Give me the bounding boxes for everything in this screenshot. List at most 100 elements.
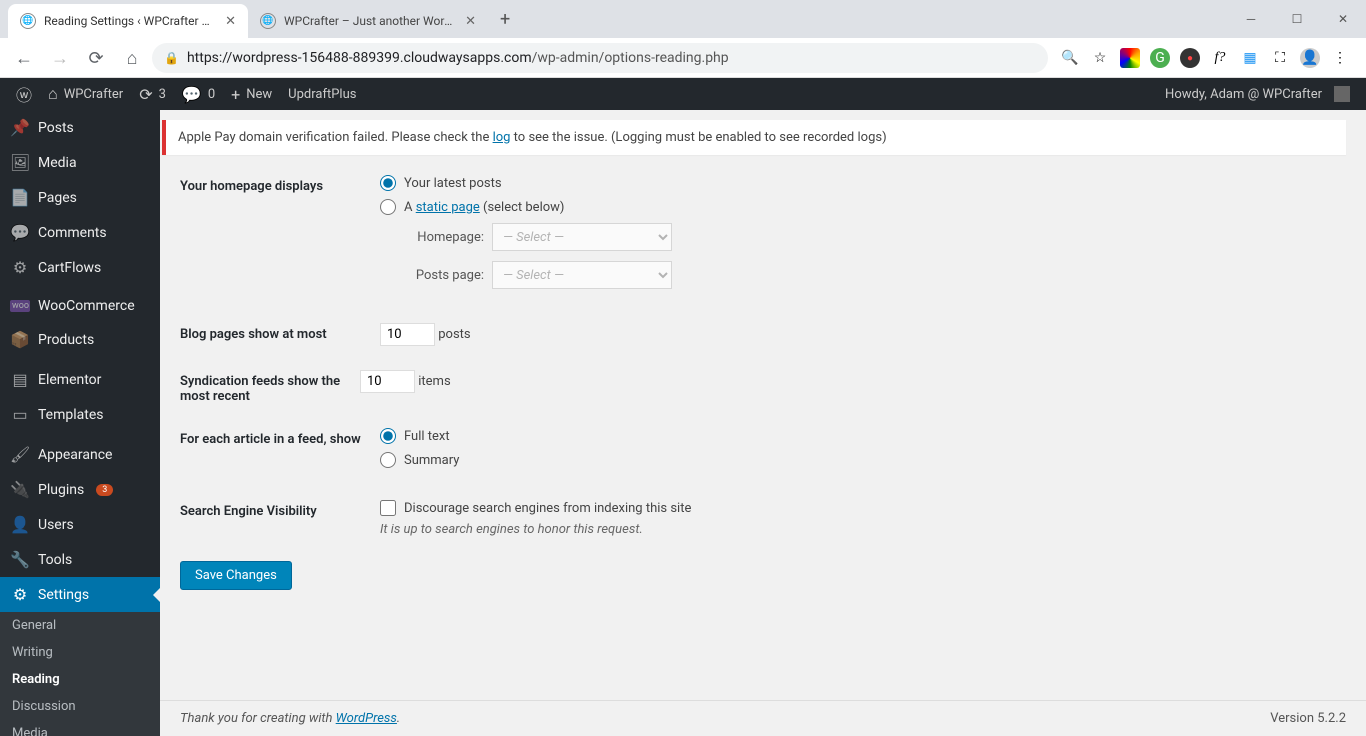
browser-tab-active[interactable]: 🌐 Reading Settings ‹ WPCrafter — … ✕	[8, 4, 248, 38]
submenu-reading[interactable]: Reading	[0, 666, 160, 693]
forward-button[interactable]: →	[44, 42, 76, 74]
close-icon[interactable]: ✕	[225, 14, 236, 29]
extension-icon[interactable]	[1120, 48, 1140, 68]
sidebar-item-comments[interactable]: 💬 Comments	[0, 215, 160, 250]
submenu-media[interactable]: Media	[0, 720, 160, 736]
extension-icon[interactable]: ▦	[1240, 48, 1260, 68]
page-icon: 📄	[10, 188, 30, 207]
radio-latest-posts[interactable]	[380, 175, 396, 191]
site-name-link[interactable]: ⌂WPCrafter	[40, 78, 131, 110]
menu-icon[interactable]: ⋮	[1330, 48, 1350, 68]
sidebar-item-elementor[interactable]: ▤Elementor	[0, 362, 160, 397]
comments-link[interactable]: 💬0	[174, 78, 223, 110]
submenu-writing[interactable]: Writing	[0, 639, 160, 666]
radio-label: Your latest posts	[404, 176, 502, 191]
radio-full-text[interactable]	[380, 428, 396, 444]
radio-static-page[interactable]	[380, 199, 396, 215]
zoom-icon[interactable]: 🔍	[1060, 48, 1080, 68]
radio-label: A static page (select below)	[404, 200, 564, 215]
radio-label: Summary	[404, 453, 459, 468]
updraftplus-link[interactable]: UpdraftPlus	[280, 78, 364, 110]
wp-logo[interactable]: ⓦ	[8, 78, 40, 110]
sidebar-label: Templates	[38, 407, 104, 423]
submenu-discussion[interactable]: Discussion	[0, 693, 160, 720]
woo-icon: woo	[10, 300, 30, 312]
account-link[interactable]: Howdy, Adam @ WPCrafter	[1157, 78, 1358, 110]
sidebar-item-cartflows[interactable]: ⚙CartFlows	[0, 250, 160, 285]
notice-log-link[interactable]: log	[493, 130, 511, 145]
tab-title: WPCrafter – Just another WordP…	[284, 14, 457, 28]
lock-icon: 🔒	[164, 51, 179, 65]
static-page-link[interactable]: static page	[416, 200, 480, 215]
address-bar[interactable]: 🔒 https://wordpress-156488-889399.cloudw…	[152, 43, 1048, 73]
elementor-icon: ▤	[10, 370, 30, 389]
home-icon: ⌂	[48, 84, 58, 104]
sidebar-item-woocommerce[interactable]: woo WooCommerce	[0, 290, 160, 322]
extension-icon[interactable]: f?	[1210, 48, 1230, 68]
new-content-link[interactable]: + New	[223, 78, 280, 110]
sidebar-label: CartFlows	[38, 260, 101, 276]
wordpress-link[interactable]: WordPress	[336, 711, 397, 726]
sidebar-label: Media	[38, 155, 77, 171]
blog-pages-input[interactable]	[380, 323, 435, 346]
checkbox-label: Discourage search engines from indexing …	[404, 501, 691, 516]
feeds-input[interactable]	[360, 370, 415, 393]
browser-tab-inactive[interactable]: 🌐 WPCrafter – Just another WordP… ✕	[248, 4, 488, 38]
reload-button[interactable]: ⟳	[80, 42, 112, 74]
star-icon[interactable]: ☆	[1090, 48, 1110, 68]
posts-page-select[interactable]: — Select —	[492, 261, 672, 289]
new-tab-button[interactable]: +	[488, 9, 522, 30]
profile-icon[interactable]: 👤	[1300, 48, 1320, 68]
sidebar-label: Settings	[38, 587, 89, 603]
submenu-general[interactable]: General	[0, 612, 160, 639]
homepage-select-label: Homepage:	[404, 230, 484, 245]
unit-label: posts	[438, 327, 470, 342]
globe-icon: 🌐	[20, 13, 36, 29]
extension-icon[interactable]: G	[1150, 48, 1170, 68]
tab-title: Reading Settings ‹ WPCrafter — …	[44, 14, 217, 28]
sidebar-item-tools[interactable]: 🔧Tools	[0, 542, 160, 577]
close-icon[interactable]: ✕	[465, 14, 476, 29]
homepage-select[interactable]: — Select —	[492, 223, 672, 251]
window-minimize-button[interactable]: ─	[1228, 3, 1274, 35]
sidebar-item-posts[interactable]: 📌Posts	[0, 110, 160, 145]
radio-summary[interactable]	[380, 452, 396, 468]
window-close-button[interactable]: ✕	[1320, 3, 1366, 35]
sidebar-label: Pages	[38, 190, 77, 206]
avatar	[1334, 86, 1350, 102]
sidebar-item-plugins[interactable]: 🔌 Plugins 3	[0, 472, 160, 507]
footer-thanks: Thank you for creating with WordPress.	[180, 711, 400, 726]
sidebar-item-products[interactable]: 📦Products	[0, 322, 160, 357]
updraft-label: UpdraftPlus	[288, 87, 356, 102]
users-icon: 👤	[10, 515, 30, 534]
notice-text: Apple Pay domain verification failed. Pl…	[178, 130, 493, 145]
sidebar-item-appearance[interactable]: 🖌Appearance	[0, 437, 160, 472]
extension-icon[interactable]: ●	[1180, 48, 1200, 68]
sidebar-label: Plugins	[38, 482, 84, 498]
discourage-checkbox[interactable]	[380, 500, 396, 516]
sidebar-item-users[interactable]: 👤Users	[0, 507, 160, 542]
home-button[interactable]: ⌂	[116, 42, 148, 74]
update-badge: 3	[96, 484, 113, 496]
comment-icon: 💬	[10, 223, 30, 242]
plus-icon: +	[231, 85, 240, 104]
sidebar-item-media[interactable]: 🖼Media	[0, 145, 160, 180]
window-maximize-button[interactable]: ☐	[1274, 3, 1320, 35]
sidebar-item-templates[interactable]: ▭Templates	[0, 397, 160, 432]
new-label: New	[246, 87, 272, 102]
back-button[interactable]: ←	[8, 42, 40, 74]
homepage-displays-label: Your homepage displays	[180, 175, 380, 194]
sidebar-label: WooCommerce	[38, 298, 135, 314]
extension-icon[interactable]: ⛶	[1270, 48, 1290, 68]
updates-link[interactable]: ⟳3	[131, 78, 174, 110]
updates-count: 3	[159, 87, 166, 102]
save-button[interactable]: Save Changes	[180, 561, 292, 590]
sidebar-item-settings[interactable]: ⚙ Settings	[0, 577, 160, 612]
sidebar-label: Comments	[38, 225, 107, 241]
radio-label: Full text	[404, 429, 450, 444]
sidebar-item-pages[interactable]: 📄 Pages	[0, 180, 160, 215]
sidebar-label: Products	[38, 332, 94, 348]
settings-icon: ⚙	[10, 585, 30, 604]
notice-text: to see the issue. (Logging must be enabl…	[510, 130, 886, 145]
plugin-icon: 🔌	[10, 480, 30, 499]
